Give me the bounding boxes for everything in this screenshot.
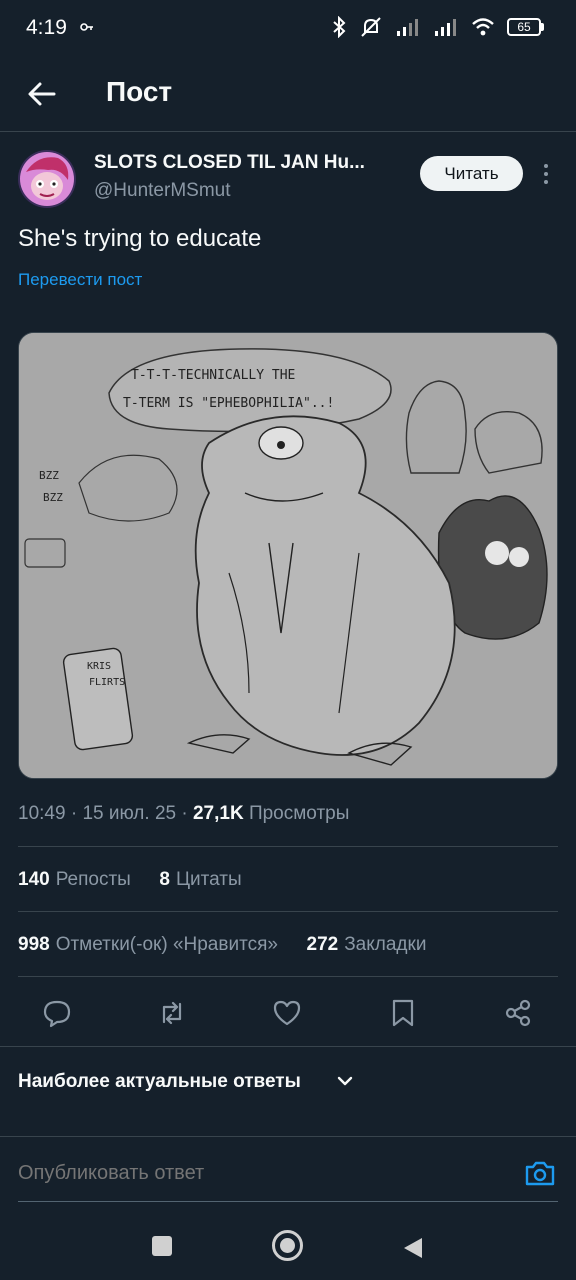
page-title: Пост xyxy=(106,76,173,107)
speech-line-1: T-T-T-TECHNICALLY THE xyxy=(131,368,295,383)
sketch-illustration: T-T-T-TECHNICALLY THE T-TERM IS "EPHEBOP… xyxy=(19,333,557,778)
speech-line-2: T-TERM IS "EPHEBOPHILIA"..! xyxy=(123,396,334,411)
reply-underline xyxy=(18,1201,558,1202)
repost-icon[interactable] xyxy=(157,998,187,1028)
signal-icon xyxy=(397,19,418,36)
top-bar: Пост xyxy=(0,58,576,132)
recent-apps-button[interactable] xyxy=(152,1236,172,1256)
reposts-quotes-row: 140 Репосты 8 Цитаты xyxy=(18,869,242,891)
sfx-buzz-1: BZZ xyxy=(39,469,59,482)
status-time: 4:19 xyxy=(26,16,67,39)
phone-text-2: FLIRTS xyxy=(89,677,125,688)
battery-level: 65 xyxy=(507,18,541,36)
status-icons: 65 xyxy=(331,16,544,38)
action-bar xyxy=(0,990,576,1040)
views-label[interactable]: Просмотры xyxy=(249,803,349,824)
bookmark-icon[interactable] xyxy=(388,998,418,1028)
more-options-icon[interactable] xyxy=(540,160,552,188)
phone-text-1: KRIS xyxy=(87,661,111,672)
key-icon xyxy=(80,23,93,31)
avatar[interactable] xyxy=(18,150,76,208)
back-arrow-icon[interactable] xyxy=(24,76,60,112)
camera-icon[interactable] xyxy=(524,1159,556,1187)
divider xyxy=(18,976,558,977)
views-count: 27,1K xyxy=(192,803,244,824)
system-nav-bar xyxy=(0,1216,576,1280)
divider xyxy=(18,846,558,847)
post-date: 15 июл. 25 xyxy=(82,803,177,824)
reply-icon[interactable] xyxy=(42,998,72,1028)
home-button[interactable] xyxy=(272,1230,303,1261)
divider xyxy=(18,911,558,912)
likes-bookmarks-row: 998 Отметки(-ок) «Нравится» 272 Закладки xyxy=(18,934,426,956)
author-display-name[interactable]: SLOTS CLOSED TIL JAN Hu... xyxy=(94,152,394,174)
reply-composer xyxy=(0,1136,576,1216)
post-image[interactable]: T-T-T-TECHNICALLY THE T-TERM IS "EPHEBOP… xyxy=(18,332,558,779)
quotes-stat[interactable]: 8 Цитаты xyxy=(159,869,241,890)
section-divider xyxy=(0,1046,576,1047)
signal-icon-2 xyxy=(435,19,456,36)
replies-sort-label[interactable]: Наиболее актуальные ответы xyxy=(18,1071,301,1093)
follow-button[interactable]: Читать xyxy=(420,156,523,191)
status-bar: 4:19 65 xyxy=(0,0,576,58)
sfx-buzz-2: BZZ xyxy=(43,491,63,504)
reposts-stat[interactable]: 140 Репосты xyxy=(18,869,131,890)
bluetooth-icon xyxy=(333,16,346,38)
chevron-down-icon[interactable] xyxy=(336,1074,354,1088)
translate-post-link[interactable]: Перевести пост xyxy=(18,270,142,290)
like-icon[interactable] xyxy=(272,998,302,1028)
wifi-icon xyxy=(472,18,494,36)
bookmarks-stat[interactable]: 272 Закладки xyxy=(307,934,427,955)
share-icon[interactable] xyxy=(503,998,533,1028)
nav-back-icon[interactable] xyxy=(402,1236,424,1260)
likes-stat[interactable]: 998 Отметки(-ок) «Нравится» xyxy=(18,934,278,955)
battery-icon: 65 xyxy=(507,18,544,36)
post-meta: 10:49 · 15 июл. 25 · 27,1K Просмотры xyxy=(18,803,350,824)
mute-icon xyxy=(361,17,381,37)
post-time: 10:49 xyxy=(18,803,66,824)
author-handle[interactable]: @HunterMSmut xyxy=(94,180,231,202)
post-text: She's trying to educate xyxy=(18,225,262,252)
reply-input[interactable] xyxy=(18,1162,498,1185)
